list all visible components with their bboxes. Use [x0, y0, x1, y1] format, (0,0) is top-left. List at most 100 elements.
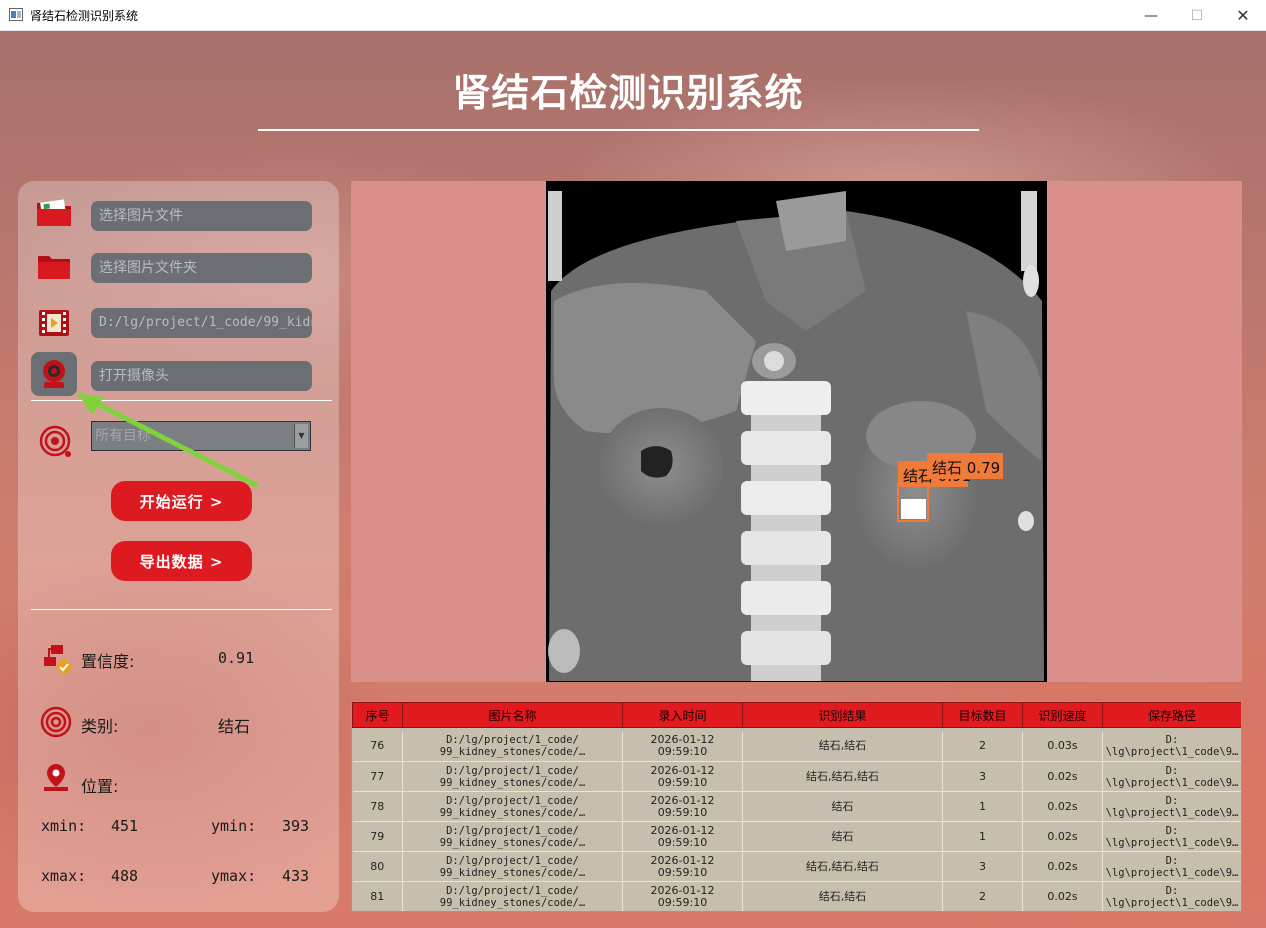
xmin-label: xmin:: [41, 817, 87, 835]
cell-target-count: 3: [942, 761, 1023, 792]
window-title: 肾结石检测识别系统: [30, 9, 139, 23]
cell-save-path-line1: D:: [1165, 794, 1179, 807]
minimize-button[interactable]: —: [1128, 0, 1174, 31]
cell-image-name-line2: 99_kidney_stones/code/…: [439, 866, 586, 879]
cell-entry-time: 2026-01-12 09:59:10: [622, 791, 743, 822]
column-header-image-name[interactable]: 图片名称: [402, 702, 623, 728]
column-header-id[interactable]: 序号: [352, 702, 403, 728]
cell-target-count: 2: [942, 881, 1023, 911]
table-header-row: 序号 图片名称 录入时间 识别结果 目标数目 识别速度 保存路径: [352, 702, 1241, 728]
cell-entry-time: 2026-01-12 09:59:10: [622, 851, 743, 882]
cell-id: 78: [352, 791, 403, 822]
cell-save-path-line1: D:: [1165, 884, 1179, 897]
chevron-down-icon[interactable]: ▼: [294, 424, 308, 448]
cell-image-name: D:/lg/project/1_code/99_kidney_stones/co…: [402, 731, 623, 762]
maximize-button[interactable]: ☐: [1174, 0, 1220, 31]
cell-target-count: 3: [942, 851, 1023, 882]
cell-save-path: D: \lg\project\1_code\9…: [1102, 851, 1241, 882]
table-row[interactable]: 80 D:/lg/project/1_code/99_kidney_stones…: [352, 851, 1241, 882]
cell-save-path: D: \lg\project\1_code\9…: [1102, 761, 1241, 792]
cell-id: 79: [352, 821, 403, 852]
results-table[interactable]: 序号 图片名称 录入时间 识别结果 目标数目 识别速度 保存路径 76 D:/l…: [351, 701, 1242, 912]
cell-image-name-line2: 99_kidney_stones/code/…: [439, 776, 586, 789]
table-row[interactable]: 81 D:/lg/project/1_code/99_kidney_stones…: [352, 881, 1241, 911]
column-header-target-count[interactable]: 目标数目: [942, 702, 1023, 728]
folder-icon[interactable]: [33, 246, 75, 288]
cell-save-path-line2: \lg\project\1_code\9…: [1105, 896, 1239, 909]
cell-entry-date: 2026-01-12: [650, 853, 715, 867]
image-file-input[interactable]: 选择图片文件: [91, 201, 312, 231]
confidence-icon: [36, 638, 78, 680]
column-header-entry-time[interactable]: 录入时间: [622, 702, 743, 728]
table-row[interactable]: 76 D:/lg/project/1_code/99_kidney_stones…: [352, 731, 1241, 762]
class-label: 类别:: [81, 717, 119, 736]
cell-image-name: D:/lg/project/1_code/99_kidney_stones/co…: [402, 791, 623, 822]
camera-icon[interactable]: [33, 353, 75, 395]
xmax-value: 488: [111, 867, 139, 885]
cell-image-name-line1: D:/lg/project/1_code/: [446, 764, 579, 777]
cell-save-path: D: \lg\project\1_code\9…: [1102, 881, 1241, 911]
ymin-label: ymin:: [211, 817, 257, 835]
class-value: 结石: [218, 717, 251, 736]
image-file-icon[interactable]: [33, 192, 75, 234]
cell-save-path-line2: \lg\project\1_code\9…: [1105, 746, 1239, 759]
cell-entry-date: 2026-01-12: [650, 883, 715, 897]
cell-speed: 0.02s: [1022, 791, 1103, 822]
cell-image-name-line1: D:/lg/project/1_code/: [446, 734, 579, 747]
image-folder-input[interactable]: 选择图片文件夹: [91, 253, 312, 283]
cell-speed: 0.02s: [1022, 851, 1103, 882]
cell-entry-clock: 09:59:10: [657, 895, 708, 909]
ymax-value: 433: [282, 867, 310, 885]
window-titlebar: 肾结石检测识别系统 — ☐ ✕: [0, 0, 1266, 31]
table-row[interactable]: 77 D:/lg/project/1_code/99_kidney_stones…: [352, 761, 1241, 792]
cell-save-path-line1: D:: [1165, 824, 1179, 837]
cell-entry-time: 2026-01-12 09:59:10: [622, 881, 743, 911]
page-title: 肾结石检测识别系统: [452, 71, 804, 115]
column-header-speed[interactable]: 识别速度: [1022, 702, 1103, 728]
video-path-input[interactable]: D:/lg/project/1_code/99_kidney_stones/co…: [91, 308, 312, 338]
location-pin-icon: [35, 757, 77, 799]
cell-save-path: D: \lg\project\1_code\9…: [1102, 731, 1241, 762]
cell-target-count: 1: [942, 791, 1023, 822]
cell-save-path-line1: D:: [1165, 764, 1179, 777]
cell-target-count: 2: [942, 731, 1023, 762]
table-row[interactable]: 78 D:/lg/project/1_code/99_kidney_stones…: [352, 791, 1241, 822]
cell-result: 结石,结石: [742, 731, 943, 762]
cell-entry-date: 2026-01-12: [650, 763, 715, 777]
cell-image-name-line2: 99_kidney_stones/code/…: [439, 896, 586, 909]
cell-image-name-line1: D:/lg/project/1_code/: [446, 884, 579, 897]
cell-image-name-line2: 99_kidney_stones/code/…: [439, 746, 586, 759]
export-button[interactable]: 导出数据 >: [111, 541, 252, 581]
cell-id: 76: [352, 731, 403, 762]
cell-id: 77: [352, 761, 403, 792]
cell-result: 结石,结石: [742, 881, 943, 911]
column-header-save-path[interactable]: 保存路径: [1102, 702, 1241, 728]
cell-image-name: D:/lg/project/1_code/99_kidney_stones/co…: [402, 881, 623, 911]
cell-id: 80: [352, 851, 403, 882]
cell-image-name-line1: D:/lg/project/1_code/: [446, 794, 579, 807]
cell-image-name-line2: 99_kidney_stones/code/…: [439, 806, 586, 819]
video-icon[interactable]: [33, 302, 75, 344]
column-header-result[interactable]: 识别结果: [742, 702, 943, 728]
cell-speed: 0.02s: [1022, 881, 1103, 911]
position-label: 位置:: [81, 777, 119, 796]
cell-id: 81: [352, 881, 403, 911]
table-row[interactable]: 79 D:/lg/project/1_code/99_kidney_stones…: [352, 821, 1241, 852]
ymax-label: ymax:: [211, 867, 257, 885]
cell-entry-clock: 09:59:10: [657, 805, 708, 819]
cell-entry-time: 2026-01-12 09:59:10: [622, 731, 743, 762]
cell-entry-clock: 09:59:10: [657, 745, 708, 759]
cell-result: 结石,结石,结石: [742, 761, 943, 792]
cell-result: 结石,结石,结石: [742, 851, 943, 882]
cell-speed: 0.02s: [1022, 821, 1103, 852]
confidence-label: 置信度:: [81, 652, 135, 671]
pointer-arrow-annotation: [77, 392, 259, 488]
cell-save-path: D: \lg\project\1_code\9…: [1102, 791, 1241, 822]
cell-speed: 0.02s: [1022, 761, 1103, 792]
detection-label-front: 结石 0.79: [932, 459, 1000, 477]
cell-entry-date: 2026-01-12: [650, 793, 715, 807]
confidence-value: 0.91: [218, 649, 255, 667]
cell-save-path-line2: \lg\project\1_code\9…: [1105, 866, 1239, 879]
close-button[interactable]: ✕: [1220, 0, 1266, 31]
cell-image-name-line2: 99_kidney_stones/code/…: [439, 836, 586, 849]
